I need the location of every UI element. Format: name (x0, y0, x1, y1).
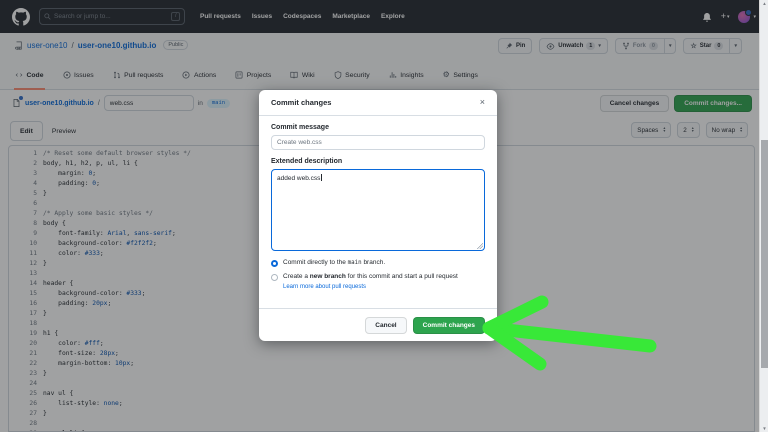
commit-message-label: Commit message (271, 124, 329, 131)
resize-grip[interactable] (477, 243, 483, 249)
extended-description-label: Extended description (271, 158, 343, 165)
modal-title: Commit changes (271, 98, 332, 107)
modal-commit-button[interactable]: Commit changes (412, 316, 485, 334)
modal-cancel-button[interactable]: Cancel (365, 316, 407, 334)
commit-direct-label: Commit directly to the main branch. (283, 259, 386, 266)
scroll-up-icon[interactable]: ▲ (760, 1, 768, 6)
commit-direct-radio[interactable] (271, 259, 278, 267)
github-edit-page: Search or jump to... / Pull requests Issu… (0, 0, 768, 432)
branch-name: main (347, 260, 362, 266)
close-icon[interactable]: × (480, 98, 485, 107)
learn-more-link[interactable]: Learn more about pull requests (283, 284, 485, 290)
new-branch-radio[interactable] (271, 273, 278, 281)
scrollbar-thumb[interactable] (761, 140, 768, 368)
new-branch-label: Create a new branch for this commit and … (283, 273, 458, 280)
commit-changes-modal: Commit changes × Commit message Extended… (259, 90, 497, 341)
commit-message-input[interactable] (271, 135, 485, 150)
extended-description-textarea[interactable]: added web.css (271, 169, 485, 251)
extended-description-value: added web.css (277, 175, 321, 182)
text-cursor (321, 174, 323, 181)
scroll-down-icon[interactable]: ▼ (760, 426, 768, 431)
page-scrollbar[interactable]: ▲ ▼ (759, 0, 768, 432)
